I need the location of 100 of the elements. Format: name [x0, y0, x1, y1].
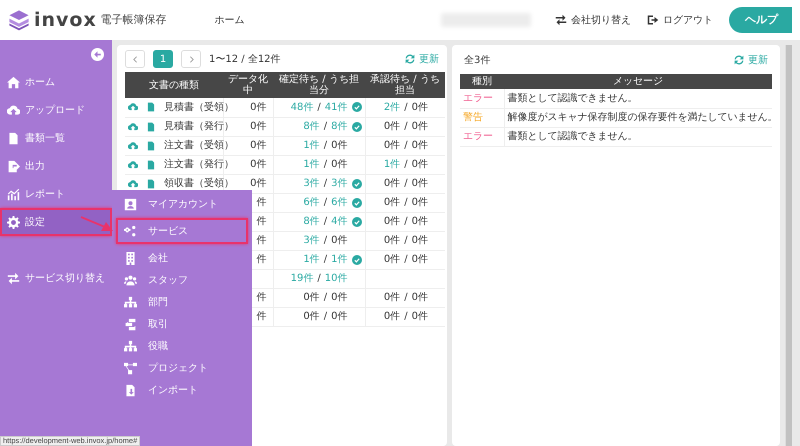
collapse-icon — [91, 48, 104, 60]
count-separator: / — [404, 253, 408, 267]
submenu-item[interactable]: サービス — [116, 218, 248, 244]
logout-icon — [647, 14, 659, 26]
count-value[interactable]: 8件 — [303, 119, 320, 134]
message-type: 警告 — [463, 112, 483, 123]
diagram-icon — [124, 362, 137, 374]
count-value[interactable]: 6件 — [303, 195, 320, 210]
processing-count: 件 — [256, 216, 266, 227]
processing-count: 0件 — [250, 140, 266, 151]
header-link[interactable]: 会社切り替え — [555, 12, 631, 28]
submenu-item[interactable]: 取引 — [116, 316, 248, 332]
count-value: 0件 — [384, 177, 400, 191]
count-value: 0件 — [331, 291, 348, 305]
count-value[interactable]: 41件 — [324, 100, 348, 115]
page-button[interactable]: 1 — [153, 50, 173, 68]
count-value[interactable]: 4件 — [331, 214, 348, 229]
count-value[interactable]: 3件 — [303, 233, 320, 248]
help-button[interactable]: ヘルプ — [729, 6, 792, 34]
sidebar-item[interactable]: サービス切り替え — [0, 264, 112, 292]
count-value[interactable]: 3件 — [331, 176, 348, 191]
sidebar-item[interactable]: レポート — [0, 180, 112, 208]
submenu-item[interactable]: プロジェクト — [116, 360, 248, 376]
message-text: 解像度がスキャナ保存制度の保存要件を満たしていません。 — [508, 112, 778, 123]
count-value[interactable]: 19件 — [290, 271, 314, 286]
message-text: 書類として認識できません。 — [508, 92, 638, 104]
refresh-icon — [734, 55, 744, 65]
submenu-item[interactable]: インポート — [116, 382, 248, 398]
count-separator: / — [404, 196, 408, 210]
message-type: エラー — [463, 92, 493, 104]
submenu-item[interactable]: マイアカウント — [116, 196, 248, 212]
count-value[interactable]: 3件 — [303, 176, 320, 191]
building-icon — [124, 252, 137, 264]
count-value[interactable]: 48件 — [290, 100, 314, 115]
count-separator: / — [324, 177, 328, 191]
refresh-link[interactable]: 更新 — [405, 52, 439, 66]
logo-text: invox — [34, 8, 97, 33]
count-separator: / — [404, 177, 408, 191]
count-value: 0件 — [331, 139, 348, 153]
people-icon — [124, 274, 137, 286]
user-card-icon — [124, 198, 137, 210]
processing-count: 件 — [256, 197, 266, 208]
count-value[interactable]: 1件 — [303, 157, 320, 172]
submenu-item[interactable]: 会社 — [116, 250, 248, 266]
count-value[interactable]: 1件 — [384, 157, 400, 172]
count-value[interactable]: 10件 — [324, 271, 348, 286]
count-separator: / — [317, 272, 321, 286]
cloud-upload-icon — [128, 102, 138, 112]
pagination-summary: 1〜12 / 全12件 — [209, 52, 281, 66]
gear-icon — [7, 216, 20, 228]
count-value: 0件 — [412, 158, 428, 172]
logo-icon — [8, 9, 30, 31]
sidebar-item[interactable]: 出力 — [0, 152, 112, 180]
scrollbar[interactable] — [785, 45, 792, 446]
sidebar-item[interactable]: アップロード — [0, 96, 112, 124]
processing-count: 件 — [256, 235, 266, 246]
count-value[interactable]: 1件 — [303, 138, 320, 153]
count-value[interactable]: 1件 — [331, 252, 348, 267]
nav-link[interactable]: ホーム — [214, 12, 245, 28]
count-value: 0件 — [412, 291, 428, 305]
count-value[interactable]: 1件 — [303, 252, 320, 267]
processing-count: 件 — [256, 292, 266, 303]
sidebar-item[interactable]: ホーム — [0, 68, 112, 96]
count-value[interactable]: 2件 — [384, 100, 400, 115]
document-type: 注文書（受領） — [164, 138, 234, 153]
org-chart-icon — [124, 296, 137, 308]
message-text: 書類として認識できません。 — [508, 131, 638, 142]
count-value: 0件 — [384, 120, 400, 134]
count-value: 0件 — [412, 215, 428, 229]
processing-count: 0件 — [250, 159, 266, 170]
document-type: 見積書（受領） — [164, 100, 234, 115]
count-value[interactable]: 8件 — [303, 214, 320, 229]
document-icon — [146, 160, 156, 170]
count-value: 0件 — [384, 253, 400, 267]
submenu-item[interactable]: 部門 — [116, 294, 248, 310]
count-value: 0件 — [412, 310, 428, 324]
submenu-item[interactable]: 役職 — [116, 338, 248, 354]
header-link[interactable]: ログアウト — [647, 12, 713, 28]
next-page-button[interactable] — [181, 50, 201, 68]
document-icon — [146, 178, 156, 188]
sidebar-item[interactable]: 設定 — [0, 208, 112, 236]
submenu-item[interactable]: スタッフ — [116, 272, 248, 288]
processing-count: 0件 — [250, 178, 266, 189]
count-value: 0件 — [412, 234, 428, 248]
count-separator: / — [324, 253, 328, 267]
count-value: 0件 — [412, 196, 428, 210]
count-value: 0件 — [412, 253, 428, 267]
count-separator: / — [317, 100, 321, 115]
count-separator: / — [324, 120, 328, 134]
column-header: メッセージ — [504, 74, 772, 89]
prev-page-button[interactable] — [125, 50, 145, 68]
chevron-left-icon — [130, 54, 140, 64]
count-separator: / — [324, 291, 328, 305]
sidebar-item[interactable]: 書類一覧 — [0, 124, 112, 152]
count-value: 0件 — [331, 234, 348, 248]
refresh-link[interactable]: 更新 — [734, 52, 768, 68]
count-value: 0件 — [384, 234, 400, 248]
processing-count: 件 — [256, 254, 266, 265]
count-value[interactable]: 8件 — [331, 119, 348, 134]
count-value[interactable]: 6件 — [331, 195, 348, 210]
